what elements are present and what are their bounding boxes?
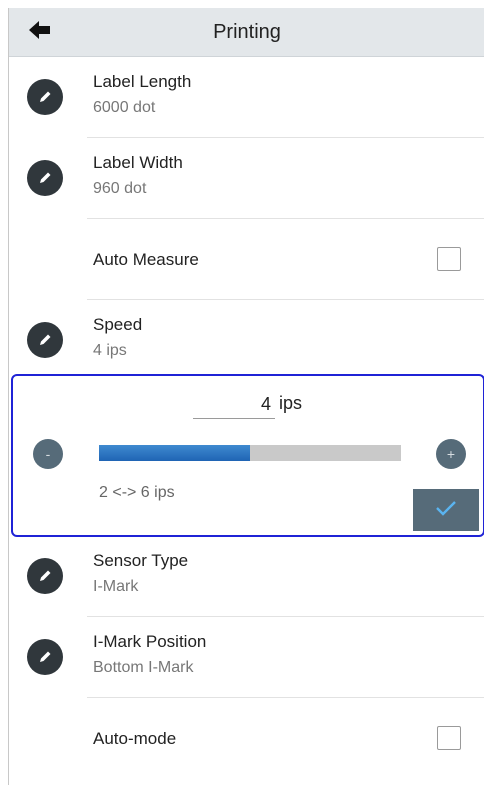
- setting-row-auto-measure[interactable]: Auto Measure: [9, 219, 484, 300]
- printing-screen: Printing Label Length 6000 dot Label Wid…: [8, 8, 484, 785]
- setting-label: Speed: [93, 315, 143, 334]
- setting-value: 4 ips: [93, 342, 127, 359]
- checkmark-icon: [435, 500, 457, 521]
- setting-row-auto-mode[interactable]: Auto-mode: [9, 698, 484, 779]
- speed-slider[interactable]: [99, 445, 401, 461]
- pencil-icon[interactable]: [27, 322, 63, 358]
- setting-value: 6000 dot: [93, 99, 156, 116]
- setting-label: I-Mark Position: [93, 632, 207, 651]
- plus-icon: +: [446, 446, 456, 462]
- setting-value: 960 dot: [93, 180, 147, 197]
- setting-row-speed[interactable]: Speed 4 ips: [9, 300, 484, 378]
- pencil-icon[interactable]: [27, 160, 63, 196]
- setting-label: Auto-mode: [93, 729, 177, 748]
- speed-value-input[interactable]: [193, 390, 275, 419]
- setting-label: Auto Measure: [93, 250, 199, 269]
- setting-label: Sensor Type: [93, 551, 189, 570]
- setting-row-label-width[interactable]: Label Width 960 dot: [9, 138, 484, 219]
- minus-icon: -: [45, 446, 51, 462]
- setting-row-sensor-type[interactable]: Sensor Type I-Mark: [9, 536, 484, 617]
- confirm-button[interactable]: [413, 489, 479, 531]
- back-button[interactable]: [25, 18, 55, 46]
- setting-label: Label Length: [93, 72, 192, 91]
- speed-range-label: 2 <-> 6 ips: [99, 484, 175, 501]
- setting-value: Bottom I-Mark: [93, 659, 194, 676]
- setting-row-imark-position[interactable]: I-Mark Position Bottom I-Mark: [9, 617, 484, 698]
- pencil-icon[interactable]: [27, 558, 63, 594]
- header-bar: Printing: [9, 8, 484, 57]
- auto-measure-checkbox[interactable]: [437, 247, 461, 271]
- setting-label: Label Width: [93, 153, 183, 172]
- speed-unit: ips: [279, 393, 303, 413]
- speed-editor-panel: ips - + 2 <-> 6 ips: [11, 374, 484, 537]
- page-title: Printing: [213, 20, 281, 43]
- speed-slider-fill: [99, 445, 250, 461]
- setting-row-label-length[interactable]: Label Length 6000 dot: [9, 57, 484, 138]
- auto-mode-checkbox[interactable]: [437, 726, 461, 750]
- decrease-button[interactable]: -: [33, 439, 63, 469]
- arrow-left-icon: [29, 20, 51, 44]
- pencil-icon[interactable]: [27, 639, 63, 675]
- setting-value: I-Mark: [93, 578, 139, 595]
- increase-button[interactable]: +: [436, 439, 466, 469]
- pencil-icon[interactable]: [27, 79, 63, 115]
